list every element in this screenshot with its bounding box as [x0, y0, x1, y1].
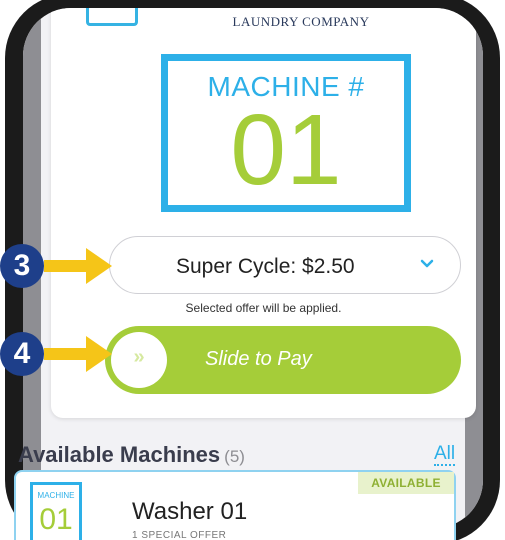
machine-number-display: MACHINE # 01: [161, 54, 411, 212]
double-chevron-right-icon: »: [133, 346, 145, 368]
step-4-badge: 4: [0, 332, 44, 376]
arrow-right-icon: [44, 336, 112, 372]
machine-offer: 1 SPECIAL OFFER: [132, 530, 227, 540]
machine-icon: MACHINE 01: [30, 482, 82, 540]
step-3-badge: 3: [0, 244, 44, 288]
cycle-selected-value: Super Cycle: $2.50: [176, 255, 355, 278]
company-logo: [86, 8, 138, 26]
machine-name: Washer 01: [132, 498, 248, 525]
machine-icon-number: 01: [39, 503, 73, 536]
offer-note: Selected offer will be applied.: [185, 301, 342, 315]
cycle-select-dropdown[interactable]: Super Cycle: $2.50: [109, 236, 461, 294]
view-all-link[interactable]: All: [434, 444, 456, 466]
available-machines-title: Available Machines: [18, 442, 221, 467]
available-machines-count: (5): [224, 447, 245, 466]
company-name: LAUNDRY COMPANY: [232, 14, 370, 29]
machine-card: LAUNDRY COMPANY MACHINE # 01 Super Cycle…: [51, 8, 476, 418]
machine-list-item[interactable]: AVAILABLE MACHINE 01 Washer 01 1 SPECIAL…: [14, 470, 456, 540]
status-badge: AVAILABLE: [358, 472, 454, 494]
slide-knob[interactable]: »: [111, 332, 167, 388]
machine-number: 01: [230, 94, 342, 206]
available-machines-heading: Available Machines (5): [18, 442, 245, 468]
chevron-down-icon: [420, 259, 434, 268]
arrow-right-icon: [44, 248, 112, 284]
slide-to-pay-slider[interactable]: » Slide to Pay: [105, 326, 461, 394]
slide-to-pay-label: Slide to Pay: [205, 348, 312, 370]
machine-icon-label: MACHINE: [37, 491, 75, 500]
